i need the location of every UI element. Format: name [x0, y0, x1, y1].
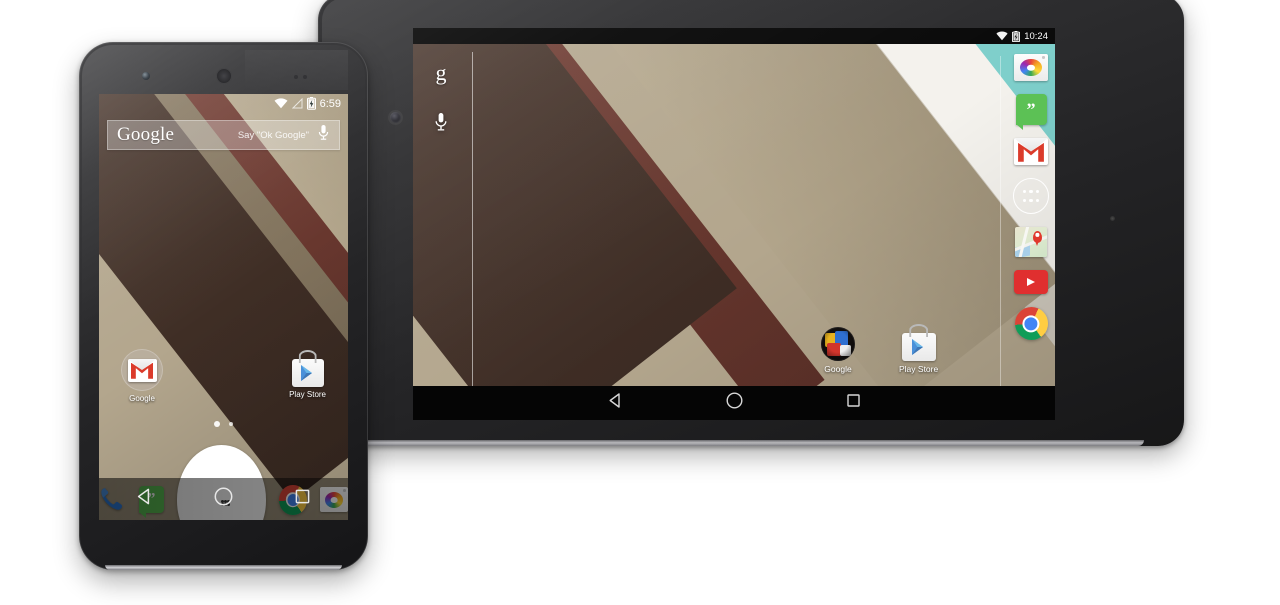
wifi-icon	[274, 98, 288, 109]
page-dot-active[interactable]	[214, 421, 220, 427]
phone-bottom-rim	[105, 565, 342, 570]
tablet-bottom-rim	[358, 440, 1144, 446]
signal-triangle-icon	[291, 98, 303, 109]
google-folder-icon[interactable]	[121, 349, 163, 391]
phone-status-bar: 6:59	[99, 94, 348, 113]
app-google-folder[interactable]: Google	[121, 349, 163, 403]
phone-home-apps[interactable]: Google Play Store	[99, 349, 348, 403]
microphone-icon[interactable]	[317, 124, 330, 146]
page-indicator[interactable]	[99, 421, 348, 427]
app-play-store[interactable]: Play Store	[289, 349, 326, 403]
home-circle-icon[interactable]	[213, 486, 234, 512]
google-search-bar[interactable]: Google Say "Ok Google"	[107, 120, 340, 150]
app-label: Play Store	[289, 390, 326, 399]
recents-square-icon[interactable]	[293, 487, 312, 511]
screenshot-stage: g	[0, 0, 1280, 605]
phone-device: 6:59 Google Say "Ok Google" Google Play …	[79, 42, 368, 570]
app-label: Google	[129, 394, 155, 403]
status-time: 6:59	[319, 97, 341, 110]
back-triangle-icon[interactable]	[135, 487, 154, 511]
search-hint-text: Say "Ok Google"	[237, 129, 309, 141]
tablet-device: g	[318, 0, 1184, 446]
phone-nav-bar[interactable]	[99, 478, 348, 520]
page-dot[interactable]	[229, 422, 233, 426]
google-logo-text: Google	[117, 124, 175, 145]
battery-charging-icon	[306, 97, 316, 110]
play-store-icon[interactable]	[291, 349, 324, 387]
tablet-glass-reflection	[322, 0, 1180, 440]
